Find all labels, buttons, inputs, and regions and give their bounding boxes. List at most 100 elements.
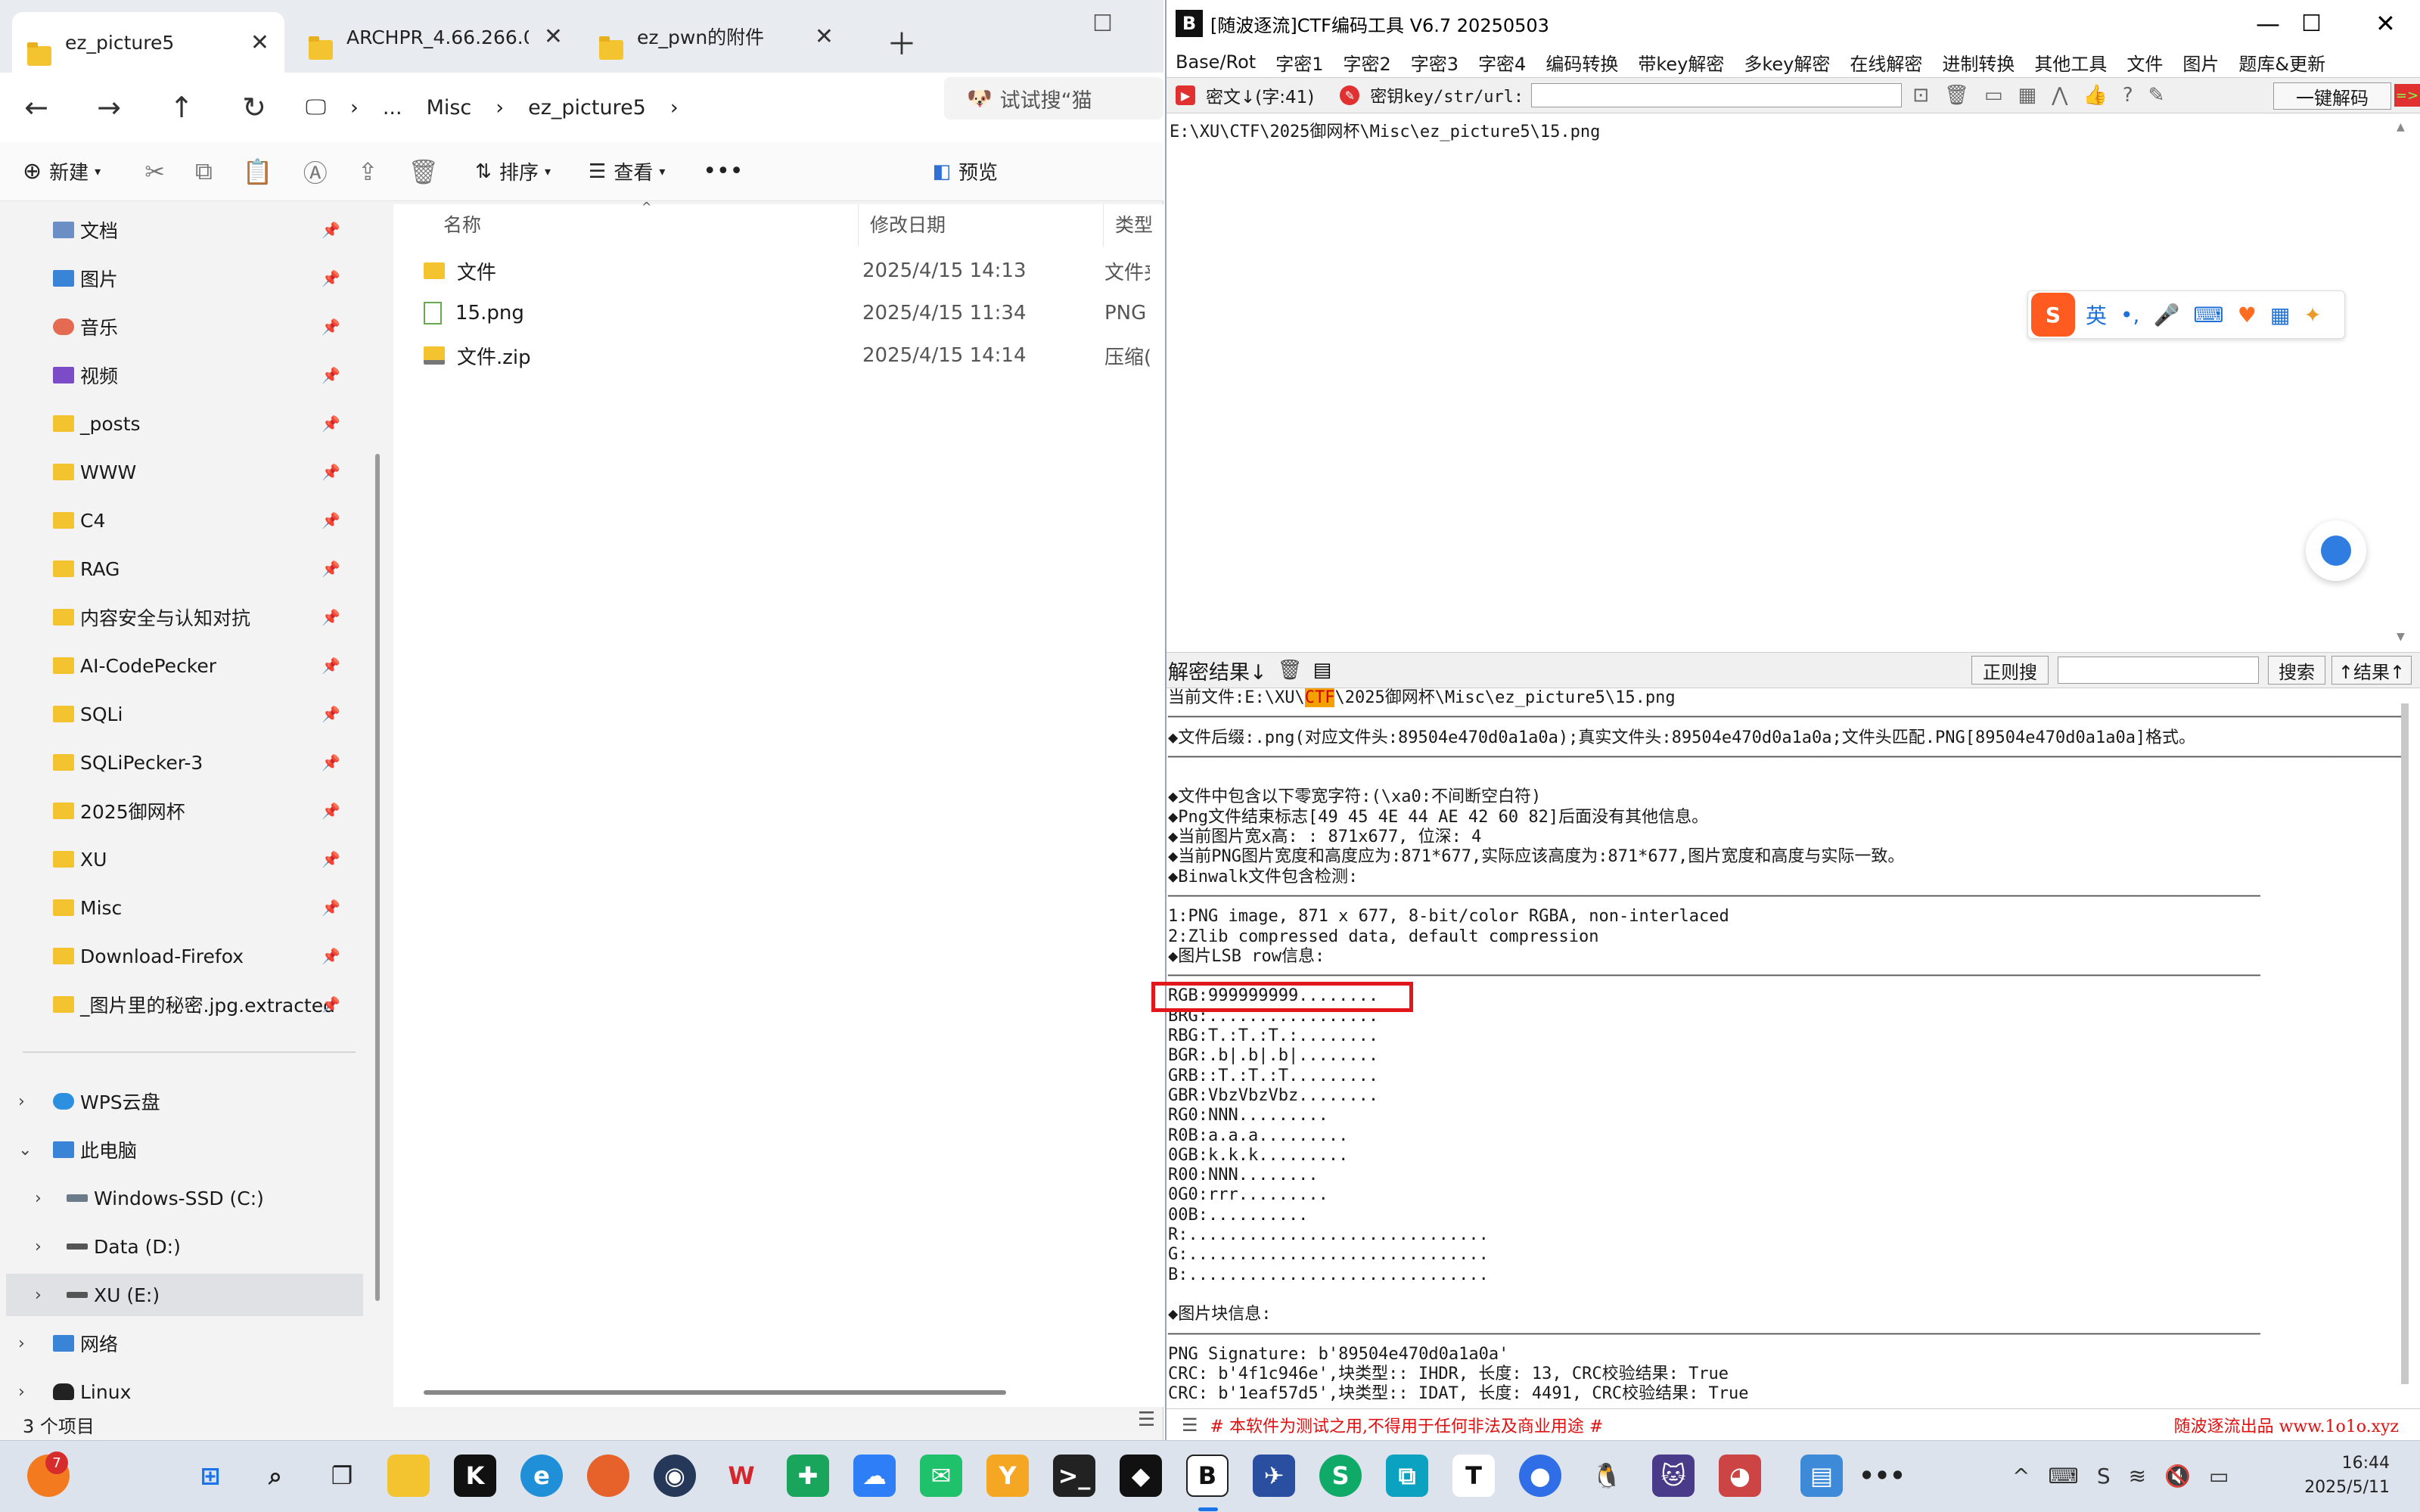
breadcrumb-ez-picture5[interactable]: ez_picture5 (528, 96, 646, 120)
sidebar-item-rag[interactable]: RAG 📌 (0, 548, 356, 590)
breadcrumb-ellipsis[interactable]: ... (383, 96, 402, 120)
minimize-icon[interactable]: — (2256, 9, 2280, 38)
menu-online-decrypt[interactable]: 在线解密 (1850, 49, 1922, 76)
back-arrow-icon[interactable]: ← (0, 91, 73, 124)
up-arrow-icon[interactable]: ↑ (145, 91, 218, 124)
tree-item-network[interactable]: › 网络 (0, 1322, 356, 1365)
menu-file[interactable]: 文件 (2126, 49, 2163, 76)
clock[interactable]: 16:44 2025/5/11 (2304, 1451, 2390, 1500)
view-button[interactable]: ☰ 查看 ▾ (589, 157, 665, 185)
menu-base-convert[interactable]: 进制转换 (1942, 49, 2015, 76)
key-input[interactable] (1531, 83, 1903, 107)
refresh-icon[interactable]: ↻ (218, 91, 290, 124)
system-tray-icons[interactable]: ^⌨S≋🔇▭ (2012, 1464, 2247, 1489)
sort-button[interactable]: ⇅ 排序 ▾ (475, 157, 551, 185)
cut-icon[interactable]: ✂ (144, 157, 165, 186)
copy-icon[interactable]: ⧉ (195, 157, 213, 186)
sidebar-item-music[interactable]: 音乐 📌 (0, 306, 356, 348)
new-tab-button[interactable]: ＋ (887, 20, 917, 64)
toolbox-icon[interactable]: ✦ (2304, 303, 2321, 328)
menu-zimi3[interactable]: 字密3 (1411, 49, 1459, 76)
menu-image[interactable]: 图片 (2182, 49, 2219, 76)
sidebar-item-misc[interactable]: Misc 📌 (0, 886, 356, 929)
ime-punct[interactable]: •, (2120, 303, 2139, 328)
close-tab-icon[interactable]: ✕ (544, 23, 563, 50)
close-tab-icon[interactable]: ✕ (250, 29, 269, 56)
tree-item-this-pc[interactable]: ⌄ 此电脑 (0, 1129, 356, 1171)
menu-encoding[interactable]: 编码转换 (1546, 49, 1618, 76)
ime-toolbar[interactable]: S 英 •, 🎤 ⌨ ♥ ▦ ✦ (2027, 290, 2345, 339)
kimi-icon[interactable]: K (454, 1455, 496, 1497)
app-window-icon[interactable]: ⧉ (1386, 1455, 1428, 1497)
grid-icon[interactable]: ▦ (2270, 303, 2290, 328)
scroll-up-icon[interactable]: ▲ (2397, 121, 2405, 133)
tree-item-drive-d[interactable]: › Data (D:) (0, 1225, 356, 1268)
search-input[interactable]: 🐶 试试搜“猫 (944, 77, 1163, 120)
more-options-icon[interactable]: ••• (703, 158, 743, 185)
more-apps-icon[interactable]: ••• (1859, 1455, 1905, 1497)
tree-item-linux[interactable]: › Linux (0, 1371, 356, 1407)
terminal-icon[interactable]: >_ (1053, 1455, 1095, 1497)
tool-icons[interactable]: ⊡🗑▭▦⋀👍?✎ (1912, 84, 2179, 107)
firefox-icon[interactable] (587, 1455, 629, 1497)
rename-icon[interactable]: Ⓐ (303, 154, 328, 189)
copy-result-icon[interactable]: ▤ (1313, 659, 1332, 681)
tab-ez-pwn[interactable]: ez_pwn的附件 ✕ (584, 11, 849, 62)
sidebar-item-extracted[interactable]: _图片里的秘密.jpg.extracted 📌 (0, 983, 356, 1026)
search-icon[interactable]: ⌕ (254, 1455, 297, 1497)
preview-button[interactable]: ◧ 预览 (932, 157, 998, 185)
column-header-name[interactable]: 名称 (443, 210, 481, 238)
sidebar-item-c4[interactable]: C4 📌 (0, 499, 356, 542)
forward-arrow-icon[interactable]: → (73, 91, 145, 124)
file-row[interactable]: 文件.zip 2025/4/15 14:14 压缩(z (424, 336, 1165, 375)
sidebar-item-pictures[interactable]: 图片 📌 (0, 257, 356, 300)
app-circle-icon[interactable]: ◉ (654, 1455, 696, 1497)
skin-icon[interactable]: ♥ (2238, 303, 2257, 328)
sidebar-item-www[interactable]: WWW 📌 (0, 451, 356, 493)
chat-icon[interactable]: ✉ (920, 1455, 962, 1497)
restore-window-icon[interactable]: ☐ (1092, 11, 1113, 37)
qq-icon[interactable]: 🐧 (1586, 1455, 1628, 1497)
sidebar-scrollbar[interactable] (375, 454, 380, 1301)
app-blue-icon[interactable]: ● (1519, 1455, 1561, 1497)
close-icon[interactable]: ✕ (2375, 9, 2396, 38)
delete-icon[interactable]: 🗑 (409, 157, 440, 186)
app-green-icon[interactable]: S (1319, 1455, 1362, 1497)
column-header-type[interactable]: 类型 (1115, 210, 1153, 238)
menu-question-bank[interactable]: 题库&更新 (2238, 49, 2325, 76)
cat-app-icon[interactable]: 🐱 (1652, 1455, 1695, 1497)
menu-zimi1[interactable]: 字密1 (1275, 49, 1323, 76)
tab-ez-picture5[interactable]: ez_picture5 ✕ (12, 12, 284, 73)
maximize-icon[interactable]: ☐ (2301, 11, 2322, 37)
sidebar-item-videos[interactable]: 视频 📌 (0, 354, 356, 396)
ctf-tool-taskbar-icon[interactable]: B (1186, 1455, 1229, 1497)
result-textarea[interactable]: 当前文件:E:\XU\CTF\2025御网杯\Misc\ez_picture5\… (1167, 688, 2407, 1407)
file-explorer-icon[interactable] (387, 1455, 430, 1497)
scroll-down-icon[interactable]: ▼ (2397, 631, 2405, 643)
sidebar-item-2025-yuwangbei[interactable]: 2025御网杯 📌 (0, 790, 356, 832)
tab-archpr[interactable]: ARCHPR_4.66.266.0_汉... ✕ (294, 11, 578, 62)
file-row[interactable]: 15.png 2025/4/15 11:34 PNG (424, 293, 1165, 333)
edge-browser-icon[interactable]: e (520, 1455, 563, 1497)
cipher-textarea[interactable]: E:\XU\CTF\2025御网杯\Misc\ez_picture5\15.pn… (1167, 113, 2407, 652)
menu-other-tools[interactable]: 其他工具 (2034, 49, 2107, 76)
details-view-icon[interactable]: ☰ (1138, 1408, 1155, 1431)
column-header-date[interactable]: 修改日期 (870, 210, 946, 238)
windows-start-icon[interactable]: ⊞ (189, 1455, 231, 1497)
one-key-decode-button[interactable]: 一键解码 (2273, 82, 2391, 110)
ime-mode[interactable]: 英 (2086, 300, 2107, 330)
tree-item-drive-c[interactable]: › Windows-SSD (C:) (0, 1177, 356, 1219)
menu-base-rot[interactable]: Base/Rot (1176, 51, 1256, 73)
result-scrollbar[interactable] (2401, 703, 2409, 1384)
spreadsheet-icon[interactable]: ✚ (787, 1455, 829, 1497)
breadcrumb-misc[interactable]: Misc (427, 96, 472, 120)
task-view-icon[interactable]: ❐ (321, 1455, 363, 1497)
sidebar-item-sqli[interactable]: SQLi 📌 (0, 693, 356, 735)
keyboard-icon[interactable]: ⌨ (2193, 303, 2223, 328)
result-search-input[interactable] (2058, 657, 2259, 684)
cloud-drive-icon[interactable]: ☁ (853, 1455, 896, 1497)
file-list-scrollbar[interactable] (424, 1390, 1006, 1395)
notepad-icon[interactable]: ▤ (1800, 1455, 1843, 1497)
sidebar-item-ai-codepecker[interactable]: AI-CodePecker 📌 (0, 644, 356, 687)
tree-item-wps-cloud[interactable]: › WPS云盘 (0, 1080, 356, 1122)
